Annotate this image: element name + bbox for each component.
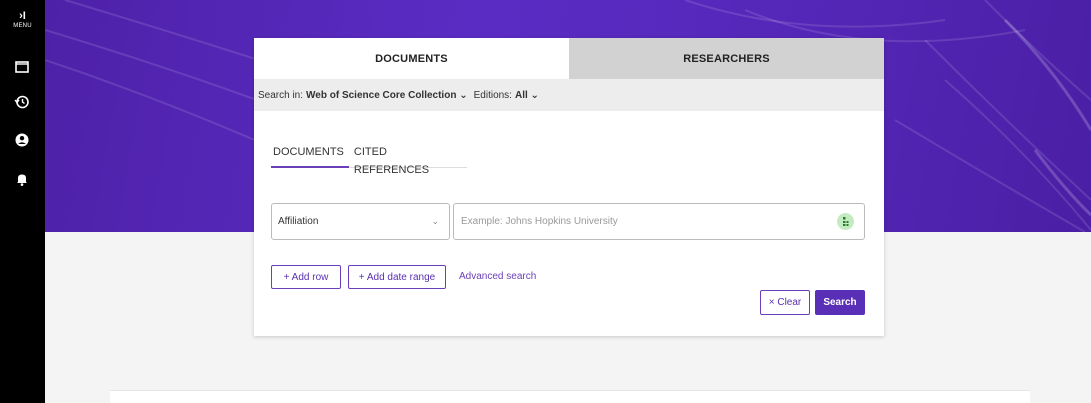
history-icon[interactable] bbox=[13, 93, 31, 111]
search-scope-bar: Search in: Web of Science Core Collectio… bbox=[254, 79, 884, 111]
tab-documents[interactable]: DOCUMENTS bbox=[254, 38, 569, 79]
search-in-label: Search in: bbox=[258, 89, 304, 101]
editions-label: Editions: bbox=[473, 89, 512, 101]
subtab-documents[interactable]: DOCUMENTS bbox=[271, 143, 349, 168]
hierarchy-tree-icon[interactable] bbox=[837, 213, 854, 230]
search-button[interactable]: Search bbox=[815, 290, 865, 315]
tab-researchers[interactable]: RESEARCHERS bbox=[569, 38, 884, 79]
menu-button[interactable]: ›I MENU bbox=[0, 10, 45, 30]
advanced-search-link[interactable]: Advanced search bbox=[459, 271, 536, 282]
results-panel bbox=[110, 390, 1030, 403]
editions-value: All bbox=[514, 89, 528, 101]
bell-icon[interactable] bbox=[13, 170, 31, 188]
subtab-cited-references[interactable]: CITED REFERENCES bbox=[349, 143, 467, 176]
sub-tabs: DOCUMENTS CITED REFERENCES bbox=[271, 143, 467, 176]
editions-dropdown[interactable]: All ⌄ bbox=[515, 90, 539, 101]
collection-dropdown[interactable]: Web of Science Core Collection ⌄ bbox=[306, 90, 468, 101]
folder-icon[interactable] bbox=[13, 58, 31, 76]
chevron-down-icon: ⌄ bbox=[431, 216, 439, 226]
search-field-value: Affiliation bbox=[278, 216, 319, 227]
chevron-down-icon: ⌄ bbox=[459, 89, 468, 101]
sidebar: ›I MENU bbox=[0, 0, 45, 403]
menu-chevron-icon: ›I bbox=[19, 10, 26, 22]
search-field-select[interactable]: Affiliation ⌄ bbox=[271, 203, 450, 240]
search-input-wrapper bbox=[453, 203, 865, 240]
add-row-button[interactable]: + Add row bbox=[271, 265, 341, 289]
search-card: DOCUMENTS RESEARCHERS Search in: Web of … bbox=[254, 38, 884, 336]
account-icon[interactable] bbox=[13, 131, 31, 149]
menu-label: MENU bbox=[13, 23, 32, 29]
chevron-down-icon: ⌄ bbox=[530, 89, 539, 101]
top-tabs: DOCUMENTS RESEARCHERS bbox=[254, 38, 884, 79]
add-date-range-button[interactable]: + Add date range bbox=[348, 265, 446, 289]
collection-value: Web of Science Core Collection bbox=[306, 89, 457, 101]
search-input[interactable] bbox=[454, 204, 824, 239]
clear-button[interactable]: × Clear bbox=[760, 290, 810, 315]
